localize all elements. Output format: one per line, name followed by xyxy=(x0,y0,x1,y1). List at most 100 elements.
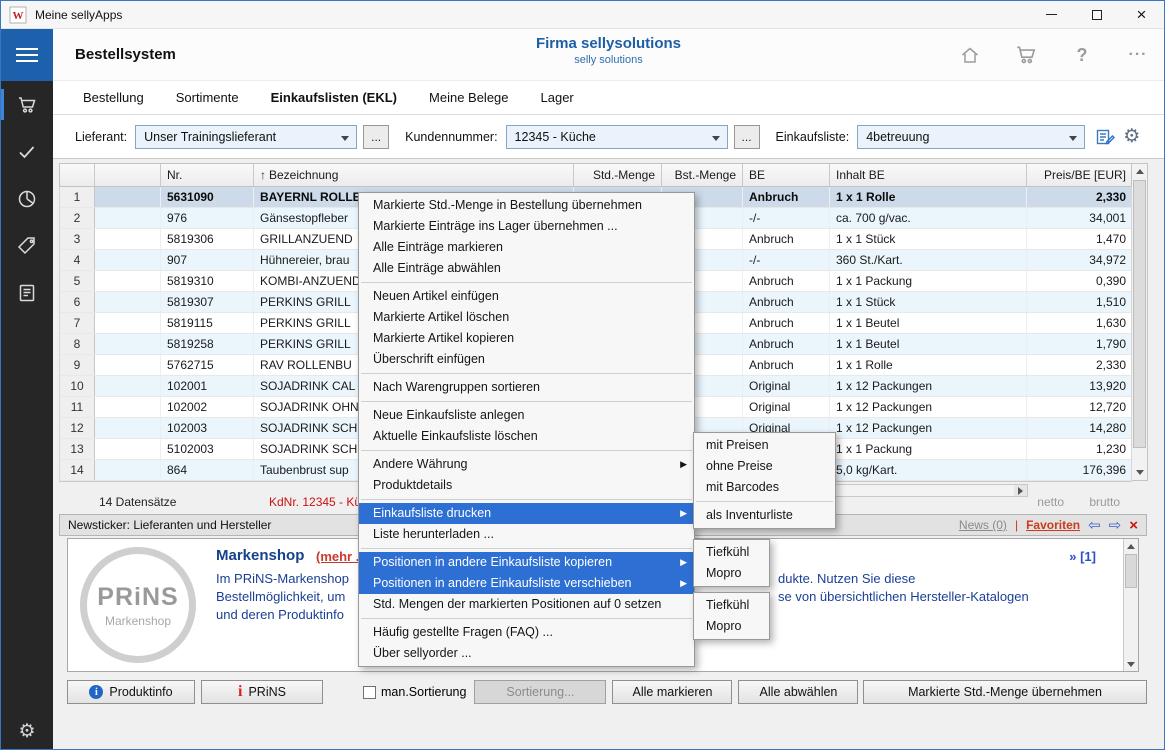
news-pager[interactable]: » [1] xyxy=(1069,549,1096,564)
scroll-up-button[interactable] xyxy=(1132,164,1147,179)
favoriten-link[interactable]: Favoriten xyxy=(1026,518,1080,532)
col-rownum[interactable] xyxy=(60,164,95,186)
menu-item[interactable]: Überschrift einfügen xyxy=(359,349,694,370)
sidebar-item-bestellung[interactable] xyxy=(1,81,53,128)
cart-button[interactable] xyxy=(1012,41,1040,69)
cell-rownum: 12 xyxy=(60,418,95,438)
tab-sortimente[interactable]: Sortimente xyxy=(176,90,239,105)
cell-nr: 976 xyxy=(161,208,254,228)
menu-item[interactable]: Markierte Artikel kopieren xyxy=(359,328,694,349)
news-text: Bestellmöglichkeit, um xyxy=(216,589,345,604)
menu-item[interactable]: Markierte Std.-Menge in Bestellung übern… xyxy=(359,195,694,216)
close-news-icon[interactable]: × xyxy=(1129,517,1138,534)
tab-bestellung[interactable]: Bestellung xyxy=(83,90,144,105)
menu-item[interactable]: ohne Preise xyxy=(694,456,835,477)
menu-item[interactable]: Einkaufsliste drucken▶ xyxy=(359,503,694,524)
newsticker-title: Newsticker: Lieferanten und Hersteller xyxy=(68,518,271,532)
menu-item[interactable]: Positionen in andere Einkaufsliste kopie… xyxy=(359,552,694,573)
scroll-right-button[interactable] xyxy=(1014,485,1027,496)
kundennummer-browse-button[interactable]: ... xyxy=(734,125,760,149)
hamburger-icon xyxy=(16,44,38,66)
menu-separator xyxy=(361,282,692,283)
kundennummer-select[interactable]: 12345 - Küche xyxy=(506,125,728,149)
table-vertical-scrollbar[interactable] xyxy=(1132,163,1148,481)
menu-item[interactable]: Markierte Artikel löschen xyxy=(359,307,694,328)
list-settings-button[interactable]: ⚙ xyxy=(1123,125,1140,148)
brutto-label[interactable]: brutto xyxy=(1089,495,1120,509)
menu-item[interactable]: Alle Einträge abwählen xyxy=(359,258,694,279)
more-button[interactable]: ··· xyxy=(1124,41,1152,69)
close-button[interactable]: × xyxy=(1119,1,1164,28)
menu-item[interactable]: mit Preisen xyxy=(694,435,835,456)
menu-item[interactable]: Markierte Einträge ins Lager übernehmen … xyxy=(359,216,694,237)
menu-item[interactable]: als Inventurliste xyxy=(694,505,835,526)
menu-item[interactable]: Andere Währung▶ xyxy=(359,454,694,475)
menu-item[interactable]: Produktdetails xyxy=(359,475,694,496)
menu-item[interactable]: Positionen in andere Einkaufsliste versc… xyxy=(359,573,694,594)
menu-item[interactable]: Aktuelle Einkaufsliste löschen xyxy=(359,426,694,447)
news-scroll-up-button[interactable] xyxy=(1124,539,1138,553)
menu-item[interactable]: Nach Warengruppen sortieren xyxy=(359,377,694,398)
scrollbar-thumb[interactable] xyxy=(1133,180,1146,448)
minimize-button[interactable] xyxy=(1029,1,1074,28)
cell-preis: 0,390 xyxy=(1027,271,1133,291)
col-nr[interactable]: Nr. xyxy=(161,164,254,186)
edit-list-button[interactable] xyxy=(1095,127,1115,147)
menu-item[interactable]: Tiefkühl xyxy=(694,542,769,563)
menu-item[interactable]: Tiefkühl xyxy=(694,595,769,616)
lieferant-browse-button[interactable]: ... xyxy=(363,125,389,149)
app-window: W Meine sellyApps × xyxy=(0,0,1165,750)
menu-item[interactable]: mit Barcodes xyxy=(694,477,835,498)
col-std-menge[interactable]: Std.-Menge xyxy=(574,164,662,186)
col-bezeichnung[interactable]: ↑Bezeichnung xyxy=(254,164,574,186)
help-button[interactable]: ? xyxy=(1068,41,1096,69)
sidebar-item-kataloge[interactable] xyxy=(1,269,53,316)
scroll-down-button[interactable] xyxy=(1132,465,1147,480)
maximize-button[interactable] xyxy=(1074,1,1119,28)
produktinfo-button[interactable]: i Produktinfo xyxy=(67,680,195,704)
menu-item[interactable]: Häufig gestellte Fragen (FAQ) ... xyxy=(359,622,694,643)
settings-gear-icon[interactable]: ⚙ xyxy=(1,720,53,743)
std-menge-uebernehmen-button[interactable]: Markierte Std.-Menge übernehmen xyxy=(863,680,1147,704)
col-preis[interactable]: Preis/BE [EUR] xyxy=(1027,164,1133,186)
news-scrollbar[interactable] xyxy=(1123,539,1138,671)
sidebar-item-statistik[interactable] xyxy=(1,175,53,222)
col-select[interactable] xyxy=(95,164,161,186)
menu-item[interactable]: Liste herunterladen ... xyxy=(359,524,694,545)
prev-news-icon[interactable]: ⇦ xyxy=(1088,516,1101,534)
menu-item[interactable]: Neuen Artikel einfügen xyxy=(359,286,694,307)
netto-label[interactable]: netto xyxy=(1037,495,1064,509)
news-scroll-down-button[interactable] xyxy=(1124,657,1138,671)
cell-select xyxy=(95,355,161,375)
menu-item-label: Andere Währung xyxy=(373,457,468,471)
cell-rownum: 14 xyxy=(60,460,95,480)
einkaufsliste-select[interactable]: 4betreuung xyxy=(857,125,1085,149)
col-be[interactable]: BE xyxy=(743,164,830,186)
home-button[interactable] xyxy=(956,41,984,69)
lieferant-select[interactable]: Unser Trainingslieferant xyxy=(135,125,357,149)
tab-meine-belege[interactable]: Meine Belege xyxy=(429,90,509,105)
menu-toggle-button[interactable] xyxy=(1,29,53,81)
tab-einkaufslisten-ekl[interactable]: Einkaufslisten (EKL) xyxy=(271,90,397,105)
col-bst-menge[interactable]: Bst.-Menge xyxy=(662,164,743,186)
menu-item[interactable]: Neue Einkaufsliste anlegen xyxy=(359,405,694,426)
menu-item[interactable]: Alle Einträge markieren xyxy=(359,237,694,258)
menu-item[interactable]: Mopro xyxy=(694,563,769,584)
alle-markieren-button[interactable]: Alle markieren xyxy=(612,680,732,704)
prins-button[interactable]: i PRiNS xyxy=(201,680,323,704)
next-news-icon[interactable]: ⇨ xyxy=(1109,516,1122,534)
tab-lager[interactable]: Lager xyxy=(541,90,574,105)
news-scrollbar-thumb[interactable] xyxy=(1125,554,1137,588)
news-link[interactable]: News (0) xyxy=(959,518,1007,532)
sidebar-item-preise[interactable] xyxy=(1,222,53,269)
submenu-arrow-icon: ▶ xyxy=(680,573,687,594)
alle-abwaehlen-button[interactable]: Alle abwählen xyxy=(738,680,858,704)
menu-item[interactable]: Std. Mengen der markierten Positionen au… xyxy=(359,594,694,615)
menu-item[interactable]: Mopro xyxy=(694,616,769,637)
menu-item[interactable]: Über sellyorder ... xyxy=(359,643,694,664)
col-inhalt-be[interactable]: Inhalt BE xyxy=(830,164,1027,186)
man-sortierung-checkbox[interactable] xyxy=(363,686,376,699)
submenu-arrow-icon: ▶ xyxy=(680,552,687,573)
titlebar: W Meine sellyApps × xyxy=(1,1,1164,29)
sidebar-item-bestaetigen[interactable] xyxy=(1,128,53,175)
